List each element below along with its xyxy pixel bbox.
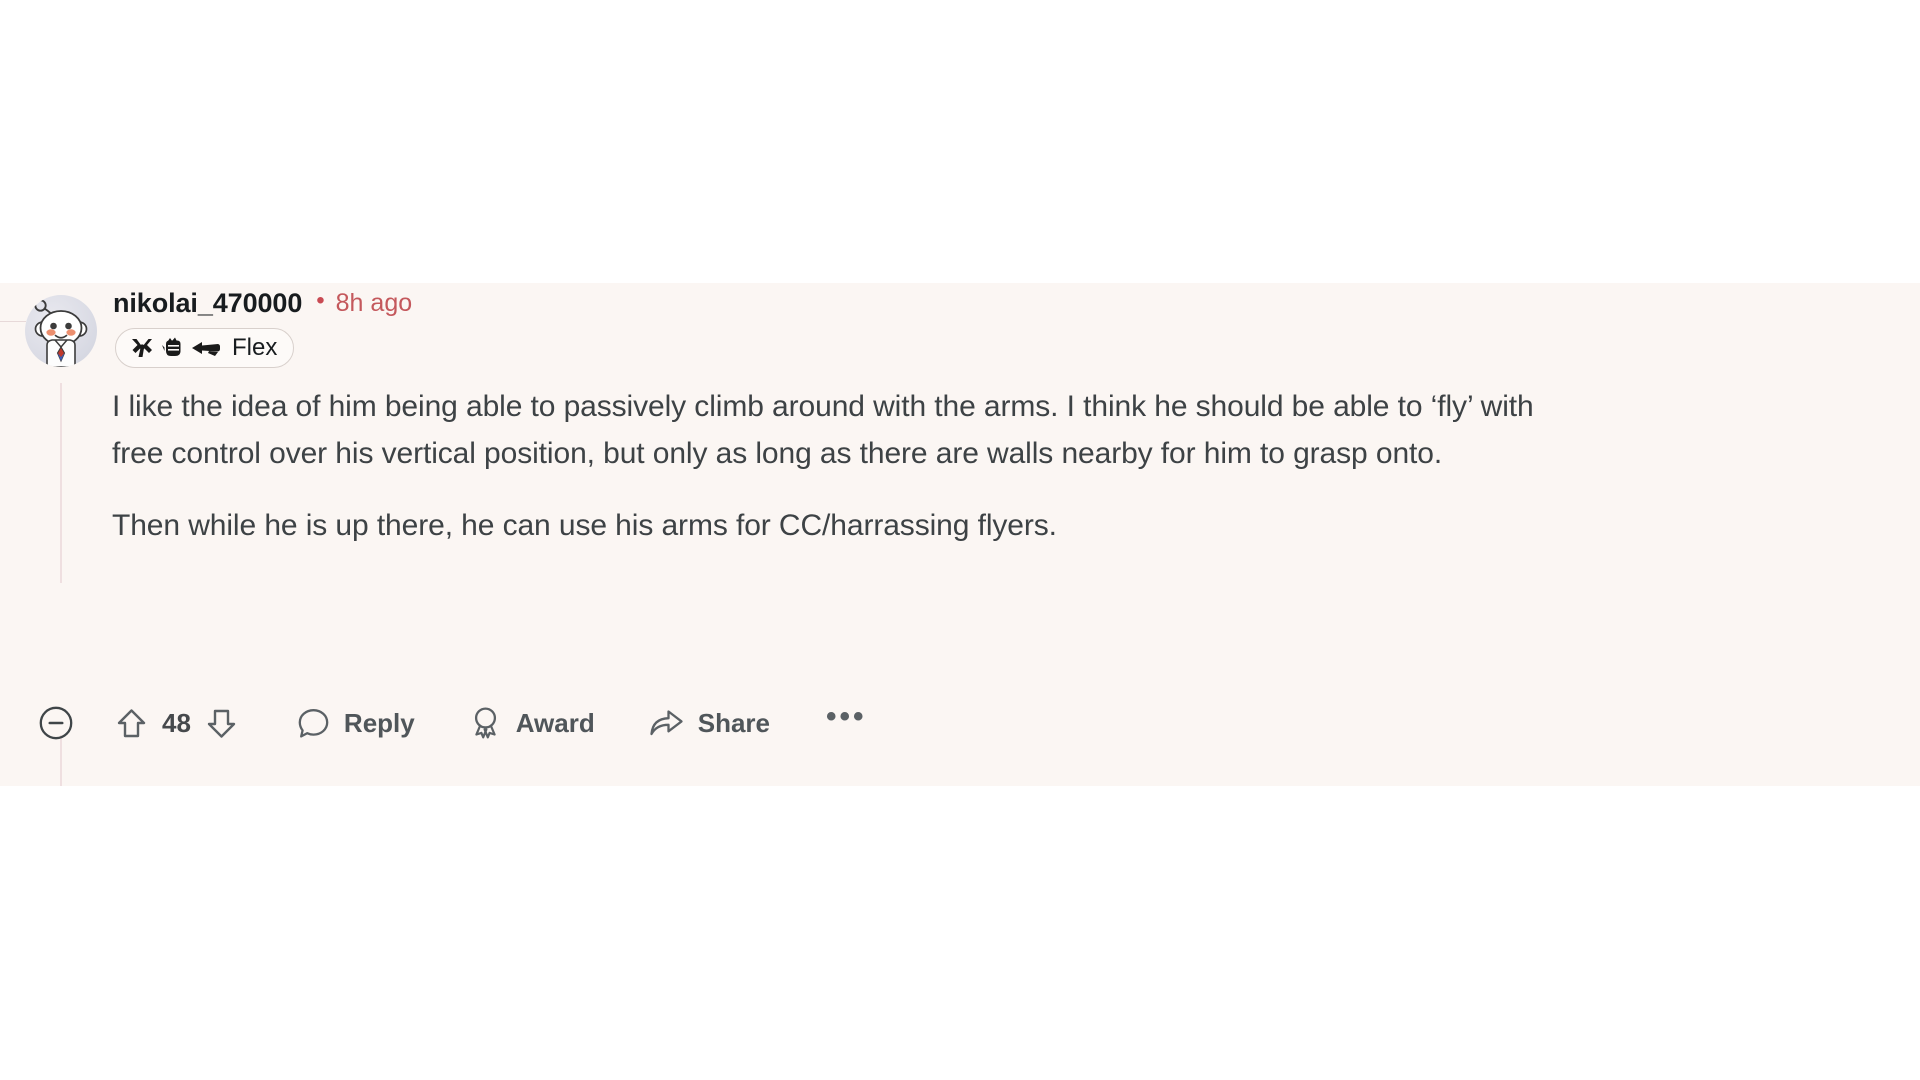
comment-action-bar: 48 Reply Award Share ••• (38, 698, 867, 748)
reply-button[interactable]: Reply (297, 700, 415, 746)
reply-label: Reply (343, 707, 415, 738)
comment-bubble-icon (298, 708, 329, 738)
comment-timestamp: 8h ago (335, 288, 413, 317)
upvote-button[interactable] (110, 707, 153, 740)
comment: nikolai_470000 • 8h ago Flex I like the … (0, 283, 1920, 786)
downvote-button[interactable] (200, 707, 243, 740)
reddit-snoo-avatar-icon (34, 299, 88, 367)
raised-fist-emoji-icon (161, 336, 186, 360)
award-medal-icon (474, 707, 496, 739)
flair-label: Flex (232, 334, 278, 361)
comment-paragraph-2: Then while he is up there, he can use hi… (112, 509, 1057, 542)
comment-paragraph-1: I like the idea of him being able to pas… (112, 390, 1534, 470)
user-flair[interactable]: Flex (115, 328, 295, 368)
award-label: Award (515, 707, 595, 738)
flexed-arms-emoji-icon (129, 336, 156, 360)
thread-line (60, 383, 62, 583)
meta-separator: • (316, 287, 325, 314)
share-label: Share (697, 707, 770, 738)
vote-group: 48 (110, 707, 243, 740)
share-button[interactable]: Share (649, 700, 770, 746)
more-options-button[interactable]: ••• (826, 700, 867, 734)
collapse-button[interactable] (38, 700, 74, 746)
pointing-hand-emoji-icon (191, 338, 220, 358)
screenshot-root: nikolai_470000 • 8h ago Flex I like the … (0, 0, 1920, 1080)
collapse-minus-circle-icon (39, 706, 73, 740)
award-button[interactable]: Award (469, 700, 595, 746)
share-arrow-icon (650, 709, 683, 735)
comment-meta: nikolai_470000 • 8h ago (113, 283, 412, 323)
avatar-background (25, 295, 97, 367)
thread-connector-line (0, 321, 26, 322)
comment-body: I like the idea of him being able to pas… (112, 383, 1544, 549)
downvote-arrow-icon (207, 709, 236, 738)
upvote-arrow-icon (117, 708, 146, 737)
avatar[interactable] (25, 295, 97, 367)
comment-author[interactable]: nikolai_470000 (113, 288, 302, 319)
vote-score: 48 (162, 707, 191, 738)
